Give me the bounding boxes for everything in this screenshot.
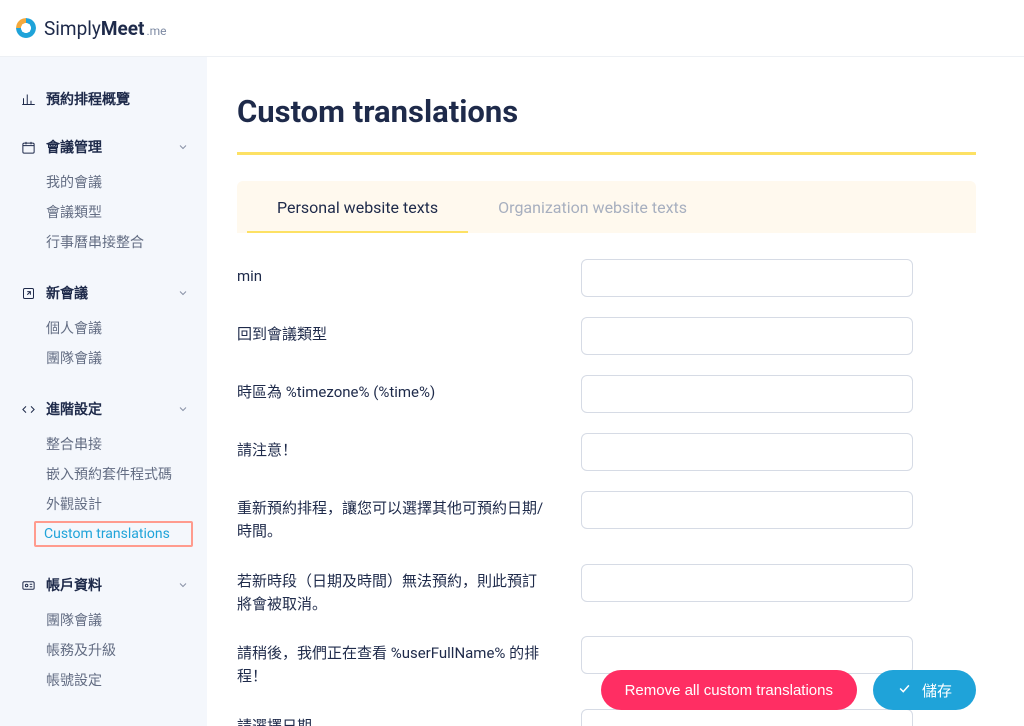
logo-suffix: .me [146, 24, 166, 38]
translation-input[interactable] [581, 433, 913, 471]
chevron-down-icon [177, 579, 189, 591]
translation-label: 重新預約排程，讓您可以選擇其他可預約日期/時間。 [237, 491, 581, 544]
logo-text-meet: Meet [101, 17, 145, 40]
sidebar-item-label: 帳戶資料 [46, 575, 102, 595]
save-button-label: 儲存 [922, 680, 952, 701]
sidebar-item-label: 預約排程概覽 [46, 89, 130, 109]
logo-text-simply: Simply [44, 17, 101, 40]
chevron-down-icon [177, 287, 189, 299]
translation-row: 重新預約排程，讓您可以選擇其他可預約日期/時間。 [237, 491, 976, 544]
translation-row: 請選擇日期 [237, 709, 976, 726]
translation-input[interactable] [581, 636, 913, 674]
sidebar-item-my-meetings[interactable]: 我的會議 [0, 167, 207, 197]
sidebar-head-advanced[interactable]: 進階設定 [0, 389, 207, 429]
main-content: Custom translations Personal website tex… [207, 57, 1024, 726]
translation-label: 請注意！ [237, 433, 581, 462]
translation-label: 時區為 %timezone% (%time%) [237, 375, 581, 404]
chevron-down-icon [177, 403, 189, 415]
translation-input[interactable] [581, 564, 913, 602]
translation-row: 回到會議類型 [237, 317, 976, 355]
sidebar-item-overview[interactable]: 預約排程概覽 [0, 79, 207, 119]
logo-ring-icon [16, 18, 36, 38]
sidebar-item-integration[interactable]: 整合串接 [0, 429, 207, 459]
translation-input[interactable] [581, 259, 913, 297]
sidebar-item-team-meetings[interactable]: 團隊會議 [0, 605, 207, 635]
sidebar-item-embed[interactable]: 嵌入預約套件程式碼 [0, 459, 207, 489]
chevron-down-icon [177, 141, 189, 153]
check-icon [897, 681, 912, 700]
translation-row: min [237, 259, 976, 297]
translation-label: 回到會議類型 [237, 317, 581, 346]
translation-row: 請注意！ [237, 433, 976, 471]
translation-label: 請稍後，我們正在查看 %userFullName% 的排程！ [237, 636, 581, 689]
translation-input[interactable] [581, 491, 913, 529]
sidebar-item-personal-meeting[interactable]: 個人會議 [0, 313, 207, 343]
tabs: Personal website texts Organization webs… [237, 181, 976, 233]
sidebar-item-label: 新會議 [46, 283, 88, 303]
calendar-icon [20, 139, 36, 155]
tab-personal-website-texts[interactable]: Personal website texts [247, 181, 468, 233]
code-icon [20, 401, 36, 417]
tab-organization-website-texts[interactable]: Organization website texts [468, 181, 717, 233]
sidebar-item-label: 進階設定 [46, 399, 102, 419]
sidebar-head-account[interactable]: 帳戶資料 [0, 565, 207, 605]
top-bar: SimplyMeet.me [0, 0, 1024, 57]
external-link-icon [20, 285, 36, 301]
translation-input[interactable] [581, 375, 913, 413]
bottom-action-bar: Remove all custom translations 儲存 [601, 670, 976, 710]
translation-label: min [237, 259, 581, 288]
translation-input[interactable] [581, 317, 913, 355]
bar-chart-icon [20, 91, 36, 107]
sidebar-item-label: 會議管理 [46, 137, 102, 157]
sidebar-item-account-settings[interactable]: 帳號設定 [0, 665, 207, 695]
sidebar-head-newmeeting[interactable]: 新會議 [0, 273, 207, 313]
sidebar-item-custom-translations[interactable]: Custom translations [44, 526, 183, 542]
translation-label: 請選擇日期 [237, 709, 581, 726]
sidebar-highlight: Custom translations [34, 521, 193, 547]
sidebar-head-meetings[interactable]: 會議管理 [0, 127, 207, 167]
translation-label: 若新時段（日期及時間）無法預約，則此預訂將會被取消。 [237, 564, 581, 617]
sidebar: 預約排程概覽 會議管理 我的會議 會議類型 行事曆串接整合 [0, 57, 207, 726]
page-title: Custom translations [237, 87, 976, 155]
translation-input[interactable] [581, 709, 913, 726]
save-button[interactable]: 儲存 [873, 670, 976, 710]
translation-row: 若新時段（日期及時間）無法預約，則此預訂將會被取消。 [237, 564, 976, 617]
sidebar-item-calendar-integration[interactable]: 行事曆串接整合 [0, 227, 207, 257]
sidebar-item-appearance[interactable]: 外觀設計 [0, 489, 207, 519]
sidebar-item-billing[interactable]: 帳務及升級 [0, 635, 207, 665]
sidebar-item-meeting-types[interactable]: 會議類型 [0, 197, 207, 227]
remove-all-button[interactable]: Remove all custom translations [601, 670, 857, 710]
translation-row: 時區為 %timezone% (%time%) [237, 375, 976, 413]
sidebar-item-team-meeting[interactable]: 團隊會議 [0, 343, 207, 373]
id-card-icon [20, 577, 36, 593]
brand-logo[interactable]: SimplyMeet.me [16, 17, 167, 40]
